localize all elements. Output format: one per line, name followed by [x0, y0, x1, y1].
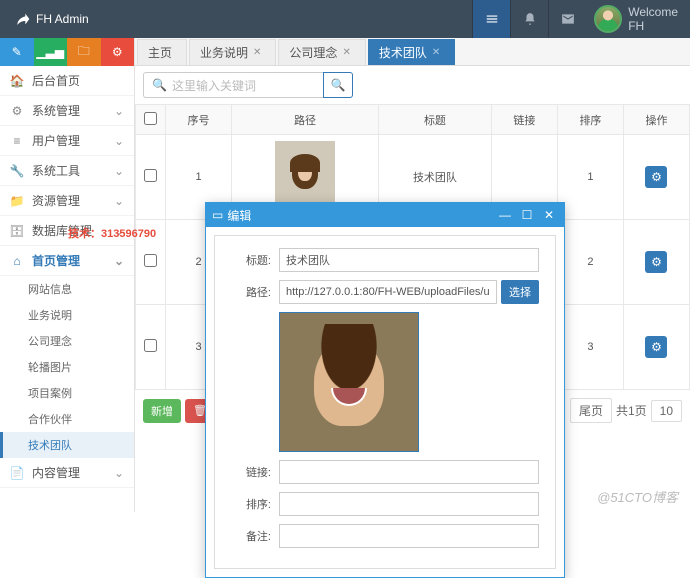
page-size[interactable]: 10 [651, 400, 682, 422]
house-icon: ⌂ [10, 254, 24, 268]
doc-icon: 📄 [10, 466, 24, 480]
sidebar-item-users[interactable]: ≡用户管理⌄ [0, 126, 134, 156]
chevron-down-icon: ⌄ [114, 104, 124, 118]
gear-icon: ⚙ [10, 104, 24, 118]
tool-folder[interactable]: 🗀 [67, 38, 101, 66]
sidebar-item-tools[interactable]: 🔧系统工具⌄ [0, 156, 134, 186]
tool-chart[interactable]: ▁▃▅ [34, 38, 68, 66]
field-note[interactable] [279, 524, 539, 548]
close-icon[interactable]: ✕ [253, 47, 261, 58]
tab-business[interactable]: 业务说明✕ [189, 39, 276, 65]
list-icon: ≡ [10, 134, 24, 148]
field-link[interactable] [279, 460, 539, 484]
close-icon[interactable]: ✕ [342, 47, 350, 58]
welcome-text: WelcomeFH [622, 5, 690, 34]
tab-home[interactable]: 主页 [137, 39, 187, 65]
sidebar-item-system[interactable]: ⚙系统管理⌄ [0, 96, 134, 126]
field-sort[interactable] [279, 492, 539, 516]
search-input[interactable]: 🔍 这里输入关键词 [143, 72, 323, 98]
sidebar-item-dashboard[interactable]: 🏠后台首页 [0, 66, 134, 96]
new-button[interactable]: 新增 [143, 399, 181, 423]
sub-team[interactable]: 技术团队 [0, 432, 134, 458]
sidebar: ✎ ▁▃▅ 🗀 ⚙ 🏠后台首页 ⚙系统管理⌄ ≡用户管理⌄ 🔧系统工具⌄ 📁资源… [0, 38, 135, 512]
leaf-icon [14, 11, 30, 27]
select-all[interactable] [144, 112, 157, 125]
avatar[interactable] [594, 5, 622, 33]
row-action[interactable]: ⚙ [645, 251, 667, 273]
tab-bar: 主页 业务说明✕ 公司理念✕ 技术团队✕ [135, 38, 690, 66]
tool-settings[interactable]: ⚙ [101, 38, 135, 66]
modal-header[interactable]: ▭ 编辑 — ☐ ✕ [206, 203, 564, 227]
window-icon: ▭ [212, 208, 223, 222]
field-path[interactable] [279, 280, 497, 304]
page-last[interactable]: 尾页 [570, 398, 612, 423]
tab-concept[interactable]: 公司理念✕ [278, 39, 365, 65]
row-checkbox[interactable] [144, 169, 157, 182]
tab-team[interactable]: 技术团队✕ [368, 39, 455, 65]
top-bell-button[interactable] [510, 0, 548, 38]
edit-modal: ▭ 编辑 — ☐ ✕ 标题: 路径:选择 链接: 排序: 备注: [205, 202, 565, 578]
watermark: @51CTO博客 [597, 487, 678, 506]
tool-edit[interactable]: ✎ [0, 38, 34, 66]
top-mail-button[interactable] [548, 0, 586, 38]
sidebar-item-content[interactable]: 📄内容管理⌄ [0, 458, 134, 488]
row-checkbox[interactable] [144, 254, 157, 267]
folder-icon: 📁 [10, 194, 24, 208]
sub-partners[interactable]: 合作伙伴 [0, 406, 134, 432]
sub-siteinfo[interactable]: 网站信息 [0, 276, 134, 302]
row-action[interactable]: ⚙ [645, 166, 667, 188]
search-button[interactable]: 🔍 [323, 72, 353, 98]
sub-business[interactable]: 业务说明 [0, 302, 134, 328]
wrench-icon: 🔧 [10, 164, 24, 178]
row-action[interactable]: ⚙ [645, 336, 667, 358]
image-preview [279, 312, 419, 452]
top-menu-button[interactable] [472, 0, 510, 38]
sub-concept[interactable]: 公司理念 [0, 328, 134, 354]
contact-overlay: 技术：313596790 [68, 225, 156, 241]
db-icon: 🗄 [10, 224, 24, 238]
sub-projects[interactable]: 项目案例 [0, 380, 134, 406]
modal-close[interactable]: ✕ [540, 208, 558, 222]
pager: 尾页 共1页 10 [570, 398, 682, 423]
sidebar-item-homepage[interactable]: ⌂首页管理⌄ [0, 246, 134, 276]
close-icon[interactable]: ✕ [432, 47, 440, 58]
pick-button[interactable]: 选择 [501, 280, 539, 304]
row-checkbox[interactable] [144, 339, 157, 352]
modal-max[interactable]: ☐ [518, 208, 536, 222]
sub-carousel[interactable]: 轮播图片 [0, 354, 134, 380]
home-icon: 🏠 [10, 74, 24, 88]
modal-min[interactable]: — [496, 208, 514, 222]
brand: FH Admin [0, 11, 103, 27]
sidebar-item-resource[interactable]: 📁资源管理⌄ [0, 186, 134, 216]
field-title[interactable] [279, 248, 539, 272]
